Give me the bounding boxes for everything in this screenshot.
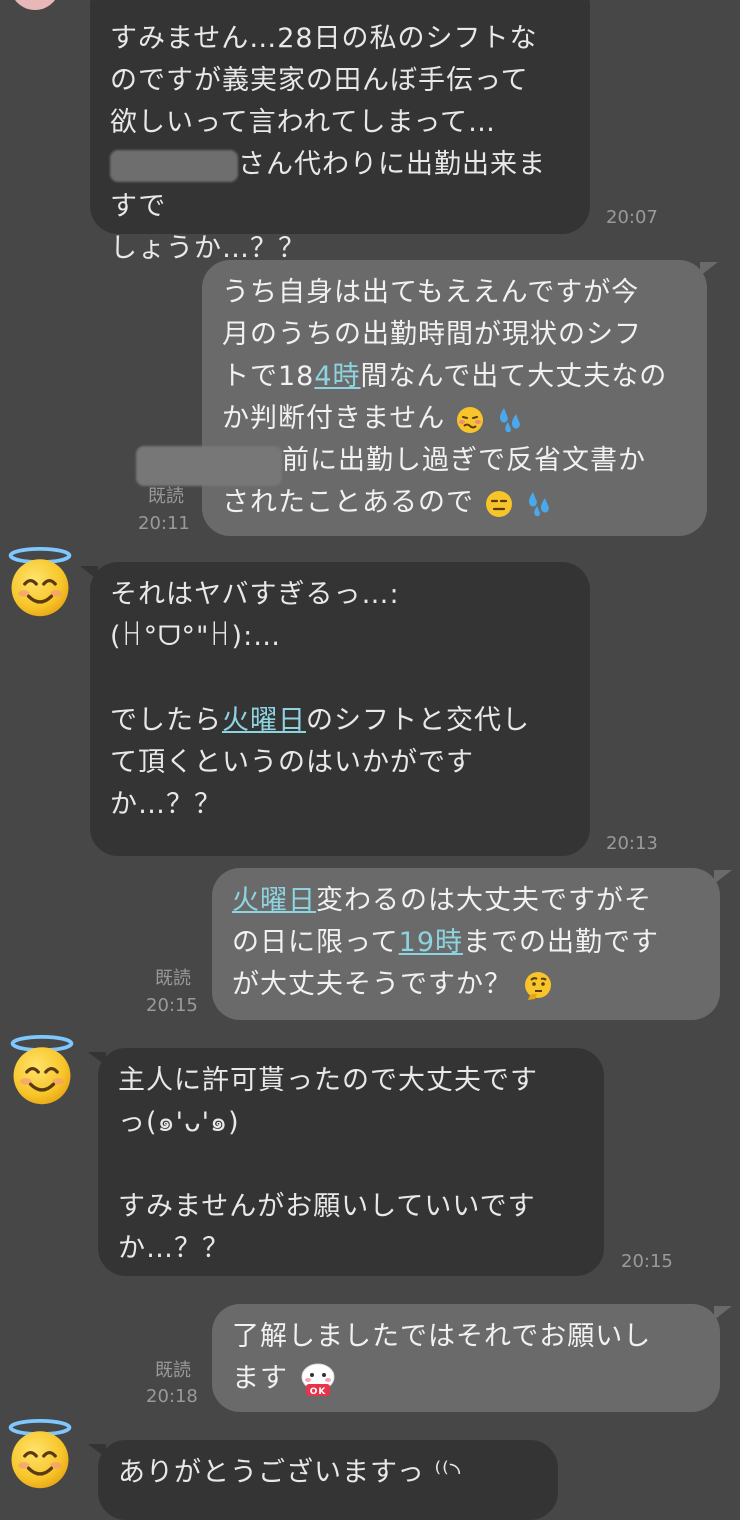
ok-sticker-icon: OK	[301, 1363, 335, 1397]
weekday-link[interactable]: 火曜日	[222, 705, 306, 736]
message-line: のですが義実家の田んぼ手伝って	[110, 65, 529, 96]
message-line: さん代わりに出勤出来ますで	[110, 149, 546, 222]
incoming-message-bubble[interactable]: すみません…28日の私のシフトな のですが義実家の田んぼ手伝って 欲しいって言わ…	[90, 0, 590, 264]
message-line: 火曜日変わるのは大丈夫ですがそ	[232, 885, 652, 916]
expressionless-face-icon	[485, 490, 512, 517]
bubble-tail	[714, 870, 732, 884]
hour-link[interactable]: 4時	[314, 361, 360, 392]
outgoing-message-bubble[interactable]: 火曜日変わるのは大丈夫ですがそ の日に限って19時までの出勤です が大丈夫そうで…	[212, 868, 720, 1020]
message-line	[118, 1144, 584, 1186]
message-line: でしたら火曜日のシフトと交代し	[110, 705, 530, 736]
message-line: トで184時間なんで出て大丈夫なの	[222, 361, 668, 392]
redacted-name	[136, 446, 282, 486]
incoming-message-bubble[interactable]: それはヤバすぎるっ…:(ꀿ°ᗜ°"ꀿ):… でしたら火曜日のシフトと交代し て頂…	[90, 562, 590, 856]
incoming-message-bubble[interactable]: ありがとうございますっ ⁽⁽◝	[98, 1440, 558, 1520]
message-time: 20:07	[606, 207, 658, 228]
message-line: すみません…28日の私のシフトな	[110, 23, 538, 54]
message-line: て頂くというのはいかがです	[110, 747, 474, 778]
avatar[interactable]	[3, 546, 77, 620]
message-line: それはヤバすぎるっ…:(ꀿ°ᗜ°"ꀿ):…	[110, 579, 400, 652]
message-line: か判断付きません	[222, 398, 687, 440]
message-line: ありがとうございますっ ⁽⁽◝	[118, 1457, 462, 1488]
message-line: 主人に許可貰ったので大丈夫です	[118, 1065, 538, 1096]
weekday-link[interactable]: 火曜日	[232, 885, 316, 916]
avatar[interactable]	[3, 1418, 77, 1492]
bubble-tail	[700, 262, 718, 276]
avatar[interactable]	[5, 1034, 79, 1108]
message-line: の日に限って19時までの出勤です	[232, 927, 660, 958]
sweat-droplets-icon	[500, 407, 521, 432]
message-line: 月のうちの出勤時間が現状のシフ	[222, 319, 642, 350]
message-line: ます OK	[232, 1358, 700, 1400]
message-line: か…？？	[110, 789, 222, 820]
read-receipt: 既読	[155, 1360, 191, 1381]
avatar-partial	[10, 0, 60, 10]
message-line: うち自身は出てもええんですが今	[222, 277, 640, 308]
message-time: 20:13	[606, 833, 658, 854]
read-receipt: 既読	[148, 486, 184, 507]
message-time: 20:18	[146, 1386, 198, 1407]
message-time: 20:15	[146, 995, 198, 1016]
message-line: か…？？	[118, 1233, 230, 1264]
message-line: すみませんがお願いしていいです	[118, 1191, 536, 1222]
redacted-name	[110, 149, 238, 182]
message-line: 了解しましたではそれでお願いし	[232, 1321, 652, 1352]
message-line	[110, 658, 570, 700]
svg-text:OK: OK	[309, 1387, 326, 1397]
thinking-face-icon	[524, 971, 551, 1000]
message-line: 欲しいって言われてしまって…	[110, 107, 497, 138]
message-line: 前に出勤し過ぎで反省文書か	[282, 445, 646, 476]
read-receipt: 既読	[155, 968, 191, 989]
incoming-message-bubble[interactable]: 主人に許可貰ったので大丈夫です っ(๑'ᴗ'๑) すみませんがお願いしていいです…	[98, 1048, 604, 1276]
outgoing-message-bubble[interactable]: 了解しましたではそれでお願いし ます OK	[212, 1304, 720, 1412]
message-time: 20:15	[621, 1251, 673, 1272]
sweat-droplets-icon	[529, 491, 550, 516]
woozy-face-icon	[456, 406, 483, 433]
message-line: っ(๑'ᴗ'๑)	[118, 1107, 240, 1138]
outgoing-message-bubble[interactable]: うち自身は出てもええんですが今 月のうちの出勤時間が現状のシフ トで184時間な…	[202, 260, 707, 536]
message-time: 20:11	[138, 513, 190, 534]
message-line: が大丈夫そうですか？	[232, 964, 700, 1006]
hour-link[interactable]: 19時	[399, 927, 463, 958]
message-line: されたことあるので	[222, 482, 687, 524]
bubble-tail	[714, 1306, 732, 1320]
